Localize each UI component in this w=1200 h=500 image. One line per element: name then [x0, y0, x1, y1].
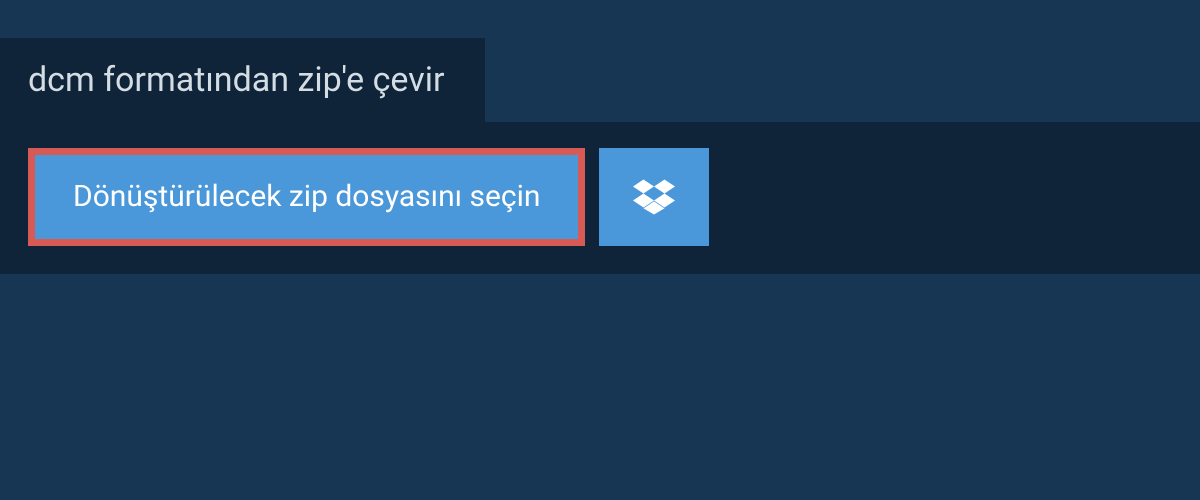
dropbox-icon [633, 176, 675, 218]
page-title: dcm formatından zip'e çevir [28, 60, 445, 100]
select-file-button[interactable]: Dönüştürülecek zip dosyasını seçin [28, 148, 585, 246]
dropbox-button[interactable] [599, 148, 709, 246]
tab-header: dcm formatından zip'e çevir [0, 38, 485, 122]
main-panel: Dönüştürülecek zip dosyasını seçin [0, 122, 1200, 274]
button-row: Dönüştürülecek zip dosyasını seçin [28, 148, 1172, 246]
